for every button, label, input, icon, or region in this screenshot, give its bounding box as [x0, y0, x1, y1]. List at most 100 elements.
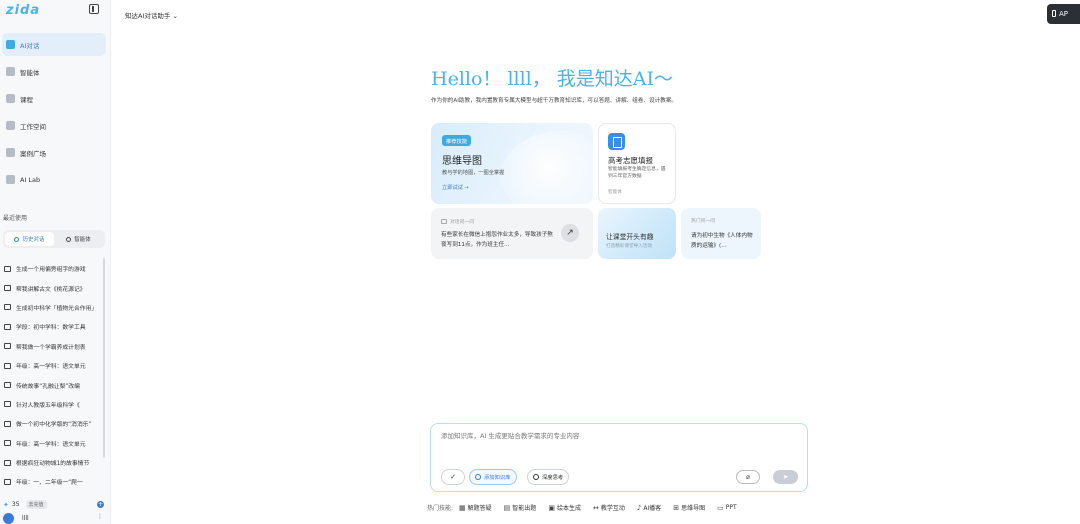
list-item[interactable]: 传统故事“孔融让梨”改编	[4, 375, 102, 394]
deep-thinking-button[interactable]: 深度思考	[527, 469, 570, 485]
tab-history[interactable]: 历史对话	[5, 232, 54, 246]
hot-skills: 热门技能: ▦ 解题答疑 ▤ 智能出题 ▣ 绘本生成 ↔ 教学互动 ♪ AI播客 ⊞ 思维导…	[427, 503, 749, 513]
chevron-down-icon: ⌄	[170, 12, 178, 20]
microphone-icon: ♪	[636, 503, 642, 512]
sidebar-item-workspace[interactable]: 工作空间	[2, 114, 106, 137]
api-button[interactable]: AP	[1047, 4, 1080, 24]
sidebar-item-ai-chat[interactable]: AI对话	[2, 33, 106, 56]
chat-input-box: 添加知识库，AI 生成更贴合教学需求的专业内容 ✓ 添加知识库 深度思考 ⌀ ➤	[430, 423, 808, 492]
class-intro-desc: 打造精彩课堂导入活动	[606, 244, 652, 249]
skill-podcast[interactable]: ♪ AI播客	[636, 503, 661, 513]
recent-title: 最近使用	[3, 215, 28, 222]
list-item[interactable]: 帮我讲解古文《桃花源记》	[4, 278, 102, 297]
chat-bubble-icon	[4, 265, 11, 272]
mindmap-card[interactable]: 推荐技能 思维导图 教与学的地图，一图全掌握 立即试试 →	[431, 123, 593, 204]
book-icon	[6, 94, 15, 103]
history-label: 传统故事“孔融让梨”改编	[16, 383, 80, 390]
list-item[interactable]: 根据疯狂动物城1的故事情节	[4, 453, 102, 472]
skill-quiz[interactable]: ▤ 智能出题	[503, 503, 537, 513]
history-label: 年级：高一学科：语文单元	[16, 441, 86, 448]
skill-mindmap[interactable]: ⊞ 思维导图	[673, 503, 705, 513]
list-item[interactable]: 生成初中科学「植物光合作用」	[4, 298, 102, 317]
skill-label: PPT	[725, 504, 737, 511]
list-item[interactable]: 生成一个用偏旁组字的游戏	[4, 259, 102, 278]
history-label: 年级：一、二年级一“爬一	[16, 480, 83, 487]
chat-bubble-icon	[4, 459, 11, 466]
more-icon[interactable]: ⋮	[97, 513, 103, 520]
chat-bubble-icon	[4, 420, 11, 427]
hero-title: Hello！ llll， 我是知达AI～	[431, 68, 674, 90]
skill-solve[interactable]: ▦ 解题答疑	[459, 503, 492, 513]
parent-tag: 对话问一问	[441, 218, 474, 225]
add-knowledge-base-label: 添加知识库	[484, 475, 511, 481]
list-item[interactable]: 年级：高一学科：语文单元	[4, 434, 102, 453]
sidebar-item-cases[interactable]: 案例广场	[2, 141, 106, 164]
bio-tag: 热门问一问	[691, 219, 715, 224]
decorative-wave	[501, 131, 593, 204]
tab-history-label: 历史对话	[22, 237, 45, 243]
chat-bubble-icon	[4, 478, 11, 485]
check-chip[interactable]: ✓	[441, 469, 465, 485]
sidebar-item-label: AI Lab	[20, 175, 41, 184]
history-scrollbar[interactable]	[103, 258, 105, 458]
bio-question-text: 请为初中生物《人体内物质的运输》(…	[691, 233, 753, 249]
list-item[interactable]: 针对人教版五年级科学《	[4, 395, 102, 414]
chat-bubble-icon	[4, 362, 11, 369]
quiz-icon: ▤	[503, 503, 511, 512]
plus-circle-icon	[475, 474, 481, 480]
skill-ppt[interactable]: ▭ PPT	[717, 504, 737, 512]
chat-cube-icon	[6, 40, 15, 49]
parent-question-text: 有些家长在微信上抱怨作业太多，导致孩子熬夜写到11点，作为班主任…	[441, 232, 553, 248]
arrow-up-right-icon[interactable]: ↗	[561, 224, 579, 242]
skill-picturebook[interactable]: ▣ 绘本生成	[548, 503, 581, 513]
college-application-card[interactable]: 高考志愿填报 智能填报考生确定信息，遇到三年官方数据 智能体	[598, 123, 676, 204]
list-item[interactable]: 做一个初中化学版的“消消乐”	[4, 414, 102, 433]
college-foot: 智能体	[608, 190, 622, 195]
sidebar-item-ai-lab[interactable]: AI Lab	[2, 168, 106, 191]
logo[interactable]: zida	[6, 3, 40, 18]
recharge-button[interactable]: 去充值	[25, 500, 47, 509]
avatar[interactable]	[3, 513, 14, 524]
skill-label: 解题答疑	[467, 505, 492, 512]
model-select-label: 知达AI对话助手	[125, 12, 171, 20]
model-select[interactable]: 知达AI对话助手 ⌄	[125, 10, 178, 20]
skill-label: 智能出题	[512, 505, 537, 512]
list-item[interactable]: 年级：一、二年级一“爬一	[4, 472, 102, 491]
phone-icon	[1052, 10, 1056, 17]
history-label: 帮我做一个学霸养成计划表	[16, 344, 86, 351]
history-label: 针对人教版五年级科学《	[16, 402, 80, 409]
try-now-link[interactable]: 立即试试 →	[442, 184, 469, 191]
sidebar-item-label: 工作空间	[20, 122, 46, 131]
document-icon	[608, 133, 625, 150]
tab-agents[interactable]: 智能体	[54, 232, 103, 246]
cloud-icon	[6, 121, 15, 130]
code-icon: ↔	[592, 503, 599, 512]
recent-toggle: 历史对话 智能体	[3, 230, 105, 248]
user-row[interactable]: llll ⋮	[3, 513, 103, 524]
biology-question-card[interactable]: 热门问一问 请为初中生物《人体内物质的运输》(…	[681, 208, 761, 259]
sidebar-nav: AI对话 智能体 课程 工作空间 案例广场 AI Lab	[2, 33, 106, 195]
credits-value: 35	[11, 501, 20, 508]
chat-bubble-icon	[4, 285, 11, 292]
sidebar-item-courses[interactable]: 课程	[2, 87, 106, 110]
picture-icon: ▣	[548, 503, 555, 512]
sidebar-item-agents[interactable]: 智能体	[2, 60, 106, 83]
list-item[interactable]: 年级：高一学科：语文单元	[4, 356, 102, 375]
solve-icon: ▦	[459, 503, 466, 512]
plus-icon[interactable]: +	[97, 501, 104, 508]
username: llll	[22, 515, 29, 522]
recommend-badge: 推荐技能	[442, 135, 472, 146]
sidebar-collapse-icon[interactable]	[89, 4, 99, 14]
mindmap-desc: 教与学的地图，一图全掌握	[442, 170, 505, 176]
add-knowledge-base-button[interactable]: 添加知识库	[469, 469, 517, 485]
skill-interaction[interactable]: ↔ 教学互动	[592, 503, 625, 513]
sparkle-icon: ✦	[3, 500, 9, 509]
chat-input[interactable]: 添加知识库，AI 生成更贴合教学需求的专业内容	[441, 430, 579, 440]
list-item[interactable]: 帮我做一个学霸养成计划表	[4, 337, 102, 356]
attach-icon[interactable]: ⌀	[736, 470, 760, 484]
mindmap-icon: ⊞	[673, 503, 680, 512]
class-intro-card[interactable]: 让课堂开头有趣 打造精彩课堂导入活动	[598, 208, 676, 259]
send-icon[interactable]: ➤	[773, 470, 798, 484]
list-item[interactable]: 学段：初中学科：数学工具	[4, 317, 102, 336]
parent-question-card[interactable]: 对话问一问 有些家长在微信上抱怨作业太多，导致孩子熬夜写到11点，作为班主任… …	[431, 208, 593, 259]
